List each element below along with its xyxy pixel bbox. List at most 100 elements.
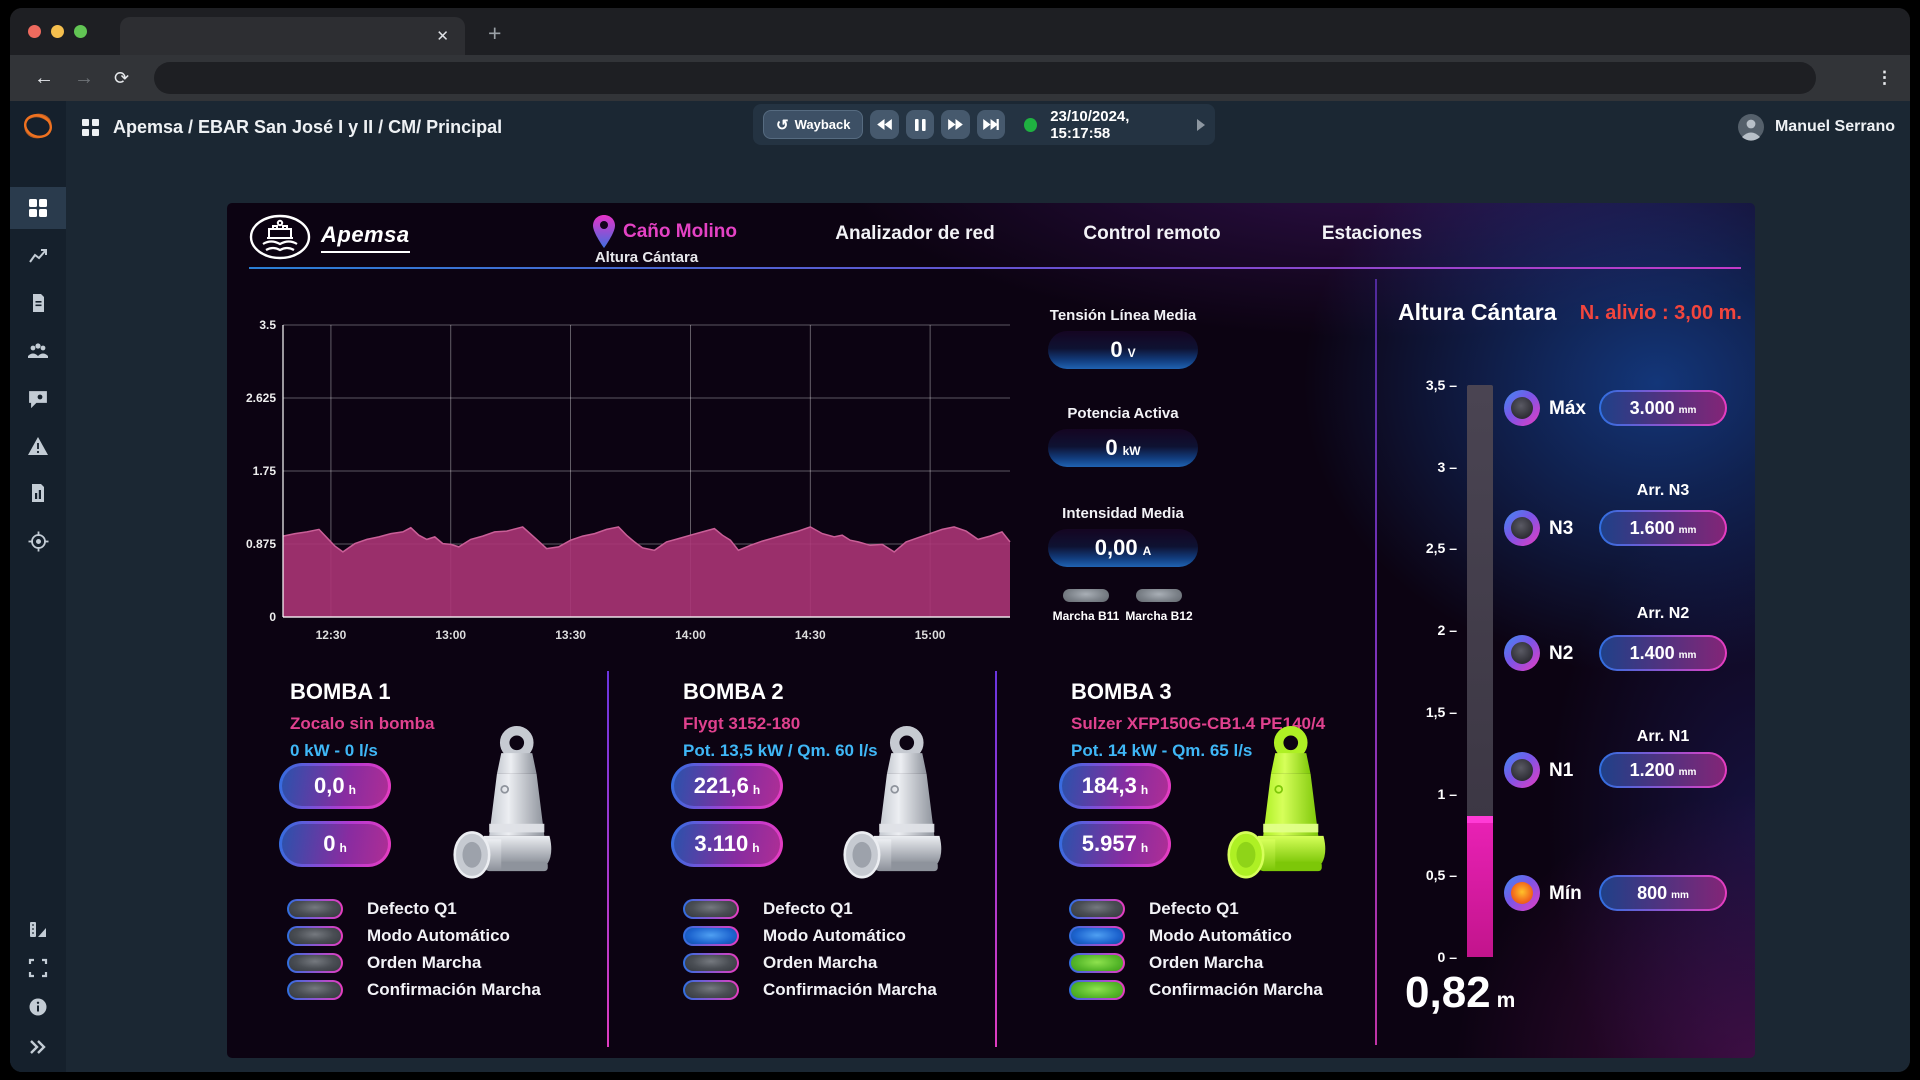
indicator-lamp-orden: [683, 953, 739, 973]
marker-unit: mm: [1679, 525, 1697, 536]
forward-icon[interactable]: →: [74, 55, 94, 101]
rewind-button[interactable]: [870, 110, 898, 139]
browser-tab[interactable]: ✕: [120, 17, 465, 55]
pump-model: Flygt 3152-180: [683, 714, 800, 734]
fast-forward-button[interactable]: [941, 110, 969, 139]
pump-indicators: Defecto Q1 Modo Automático Orden Marcha …: [1069, 899, 1323, 1000]
hours-unit: h: [349, 783, 356, 797]
marker-pill-n1: 1.200 mm: [1599, 752, 1727, 788]
indicator-label: Orden Marcha: [1149, 953, 1263, 973]
gauge-tick-label: 1,5 –: [1395, 704, 1457, 720]
marker-lamp-min: [1504, 875, 1540, 911]
marker-arr-n1: Arr. N1: [1599, 728, 1727, 746]
app-page: Apemsa / EBAR San José I y II / CM/ Prin…: [10, 101, 1910, 1072]
marker-arr-n2: Arr. N2: [1599, 605, 1727, 623]
sidebar-item-info[interactable]: [10, 986, 66, 1028]
back-icon[interactable]: ←: [34, 55, 54, 101]
marker-value: 800: [1637, 883, 1667, 904]
marker-lamp-n2: [1504, 635, 1540, 671]
level-unit: m: [1497, 989, 1516, 1013]
marcha-b12-lamp: [1136, 589, 1182, 602]
nav-item-estaciones[interactable]: Estaciones: [1322, 223, 1422, 245]
metric-unit: V: [1128, 346, 1136, 360]
gauge-tick-label: 2 –: [1395, 622, 1457, 638]
marker-name-n1: N1: [1549, 760, 1573, 782]
playback-datetime[interactable]: 23/10/2024, 15:17:58: [1050, 108, 1182, 142]
pump-model: Zocalo sin bomba: [290, 714, 435, 734]
breadcrumb[interactable]: Apemsa / EBAR San José I y II / CM/ Prin…: [82, 107, 502, 147]
fast-forward-icon: [948, 119, 963, 130]
indicator-row: Confirmación Marcha: [683, 980, 937, 1000]
sidebar-item-dashboards[interactable]: [10, 187, 66, 229]
svg-text:13:00: 13:00: [435, 628, 466, 642]
hours-number: 184,3: [1082, 773, 1137, 799]
traffic-lights: [28, 25, 87, 38]
marker-unit: mm: [1679, 405, 1697, 416]
user-menu[interactable]: Manuel Serrano: [1737, 107, 1895, 147]
sidebar-expand-chevrons-icon[interactable]: [10, 1026, 66, 1068]
svg-text:15:00: 15:00: [915, 628, 946, 642]
sidebar-item-fullscreen[interactable]: [10, 947, 66, 989]
tab-strip: ✕ +: [10, 8, 1910, 55]
indicator-label: Confirmación Marcha: [367, 980, 541, 1000]
metric-value-potencia: 0 kW: [1048, 429, 1198, 467]
sidebar-item-targets[interactable]: [10, 520, 66, 562]
svg-text:1.75: 1.75: [253, 464, 277, 478]
sidebar-item-alarms[interactable]: [10, 425, 66, 467]
hours-unit: h: [1141, 841, 1148, 855]
new-tab-button[interactable]: +: [488, 20, 501, 47]
sidebar-item-reports[interactable]: [10, 472, 66, 514]
metric-label-potencia: Potencia Activa: [1013, 405, 1233, 422]
minimize-window-button[interactable]: [51, 25, 64, 38]
indicator-lamp-orden: [1069, 953, 1125, 973]
indicator-label: Modo Automático: [1149, 926, 1292, 946]
apemsa-brand-name: Apemsa: [321, 222, 410, 253]
maximize-window-button[interactable]: [74, 25, 87, 38]
menu-kebab-icon[interactable]: ⋮: [1876, 55, 1894, 101]
station-selector[interactable]: Caño Molino: [593, 215, 737, 248]
pause-button[interactable]: [906, 110, 934, 139]
pump-title: BOMBA 1: [290, 679, 391, 705]
sidebar-item-messages[interactable]: [10, 377, 66, 419]
indicator-lamp-confirmacion: [1069, 980, 1125, 1000]
marker-name-max: Máx: [1549, 398, 1586, 420]
address-bar[interactable]: [154, 62, 1816, 94]
chart-title: Altura Cántara: [283, 249, 1010, 266]
hours-unit: h: [752, 841, 759, 855]
sidebar-item-documents[interactable]: [10, 282, 66, 324]
reload-icon[interactable]: ⟳: [114, 55, 129, 101]
indicator-row: Orden Marcha: [287, 953, 541, 973]
gauge-tick-label: 0 –: [1395, 949, 1457, 965]
metric-label-intensidad: Intensidad Media: [1013, 505, 1233, 522]
nav-item-analizador[interactable]: Analizador de red: [835, 223, 994, 245]
history-icon: ↺: [776, 116, 789, 134]
svg-text:14:00: 14:00: [675, 628, 706, 642]
playback-bar: ↺ Wayback 23/10/2024, 15:17:58: [753, 104, 1215, 145]
level-number: 0,82: [1405, 968, 1491, 1018]
nav-item-control-remoto[interactable]: Control remoto: [1083, 223, 1220, 245]
gauge-tick-label: 1 –: [1395, 786, 1457, 802]
metric-unit: kW: [1123, 444, 1141, 458]
indicator-lamp-auto: [683, 926, 739, 946]
indicator-label: Orden Marcha: [763, 953, 877, 973]
pump-illustration: [453, 721, 565, 899]
sidebar-item-design[interactable]: [10, 909, 66, 951]
indicator-lamp-auto: [1069, 926, 1125, 946]
skip-end-icon: [983, 119, 999, 130]
indicator-label: Defecto Q1: [367, 899, 457, 919]
wayback-button[interactable]: ↺ Wayback: [763, 110, 863, 139]
pump-spec: 0 kW - 0 l/s: [290, 741, 378, 761]
level-gauge-cap: [1467, 816, 1493, 823]
sidebar-item-users[interactable]: [10, 329, 66, 371]
rewind-icon: [877, 119, 892, 130]
skip-end-button[interactable]: [977, 110, 1005, 139]
sidebar-item-trends[interactable]: [10, 235, 66, 277]
marcha-b12-label: Marcha B12: [1114, 609, 1204, 623]
indicator-row: Orden Marcha: [1069, 953, 1323, 973]
datetime-expand-arrow-icon[interactable]: [1197, 119, 1205, 131]
indicator-lamp-auto: [287, 926, 343, 946]
indicator-label: Defecto Q1: [1149, 899, 1239, 919]
close-window-button[interactable]: [28, 25, 41, 38]
tab-close-icon[interactable]: ✕: [436, 27, 449, 45]
marker-unit: mm: [1671, 890, 1689, 901]
